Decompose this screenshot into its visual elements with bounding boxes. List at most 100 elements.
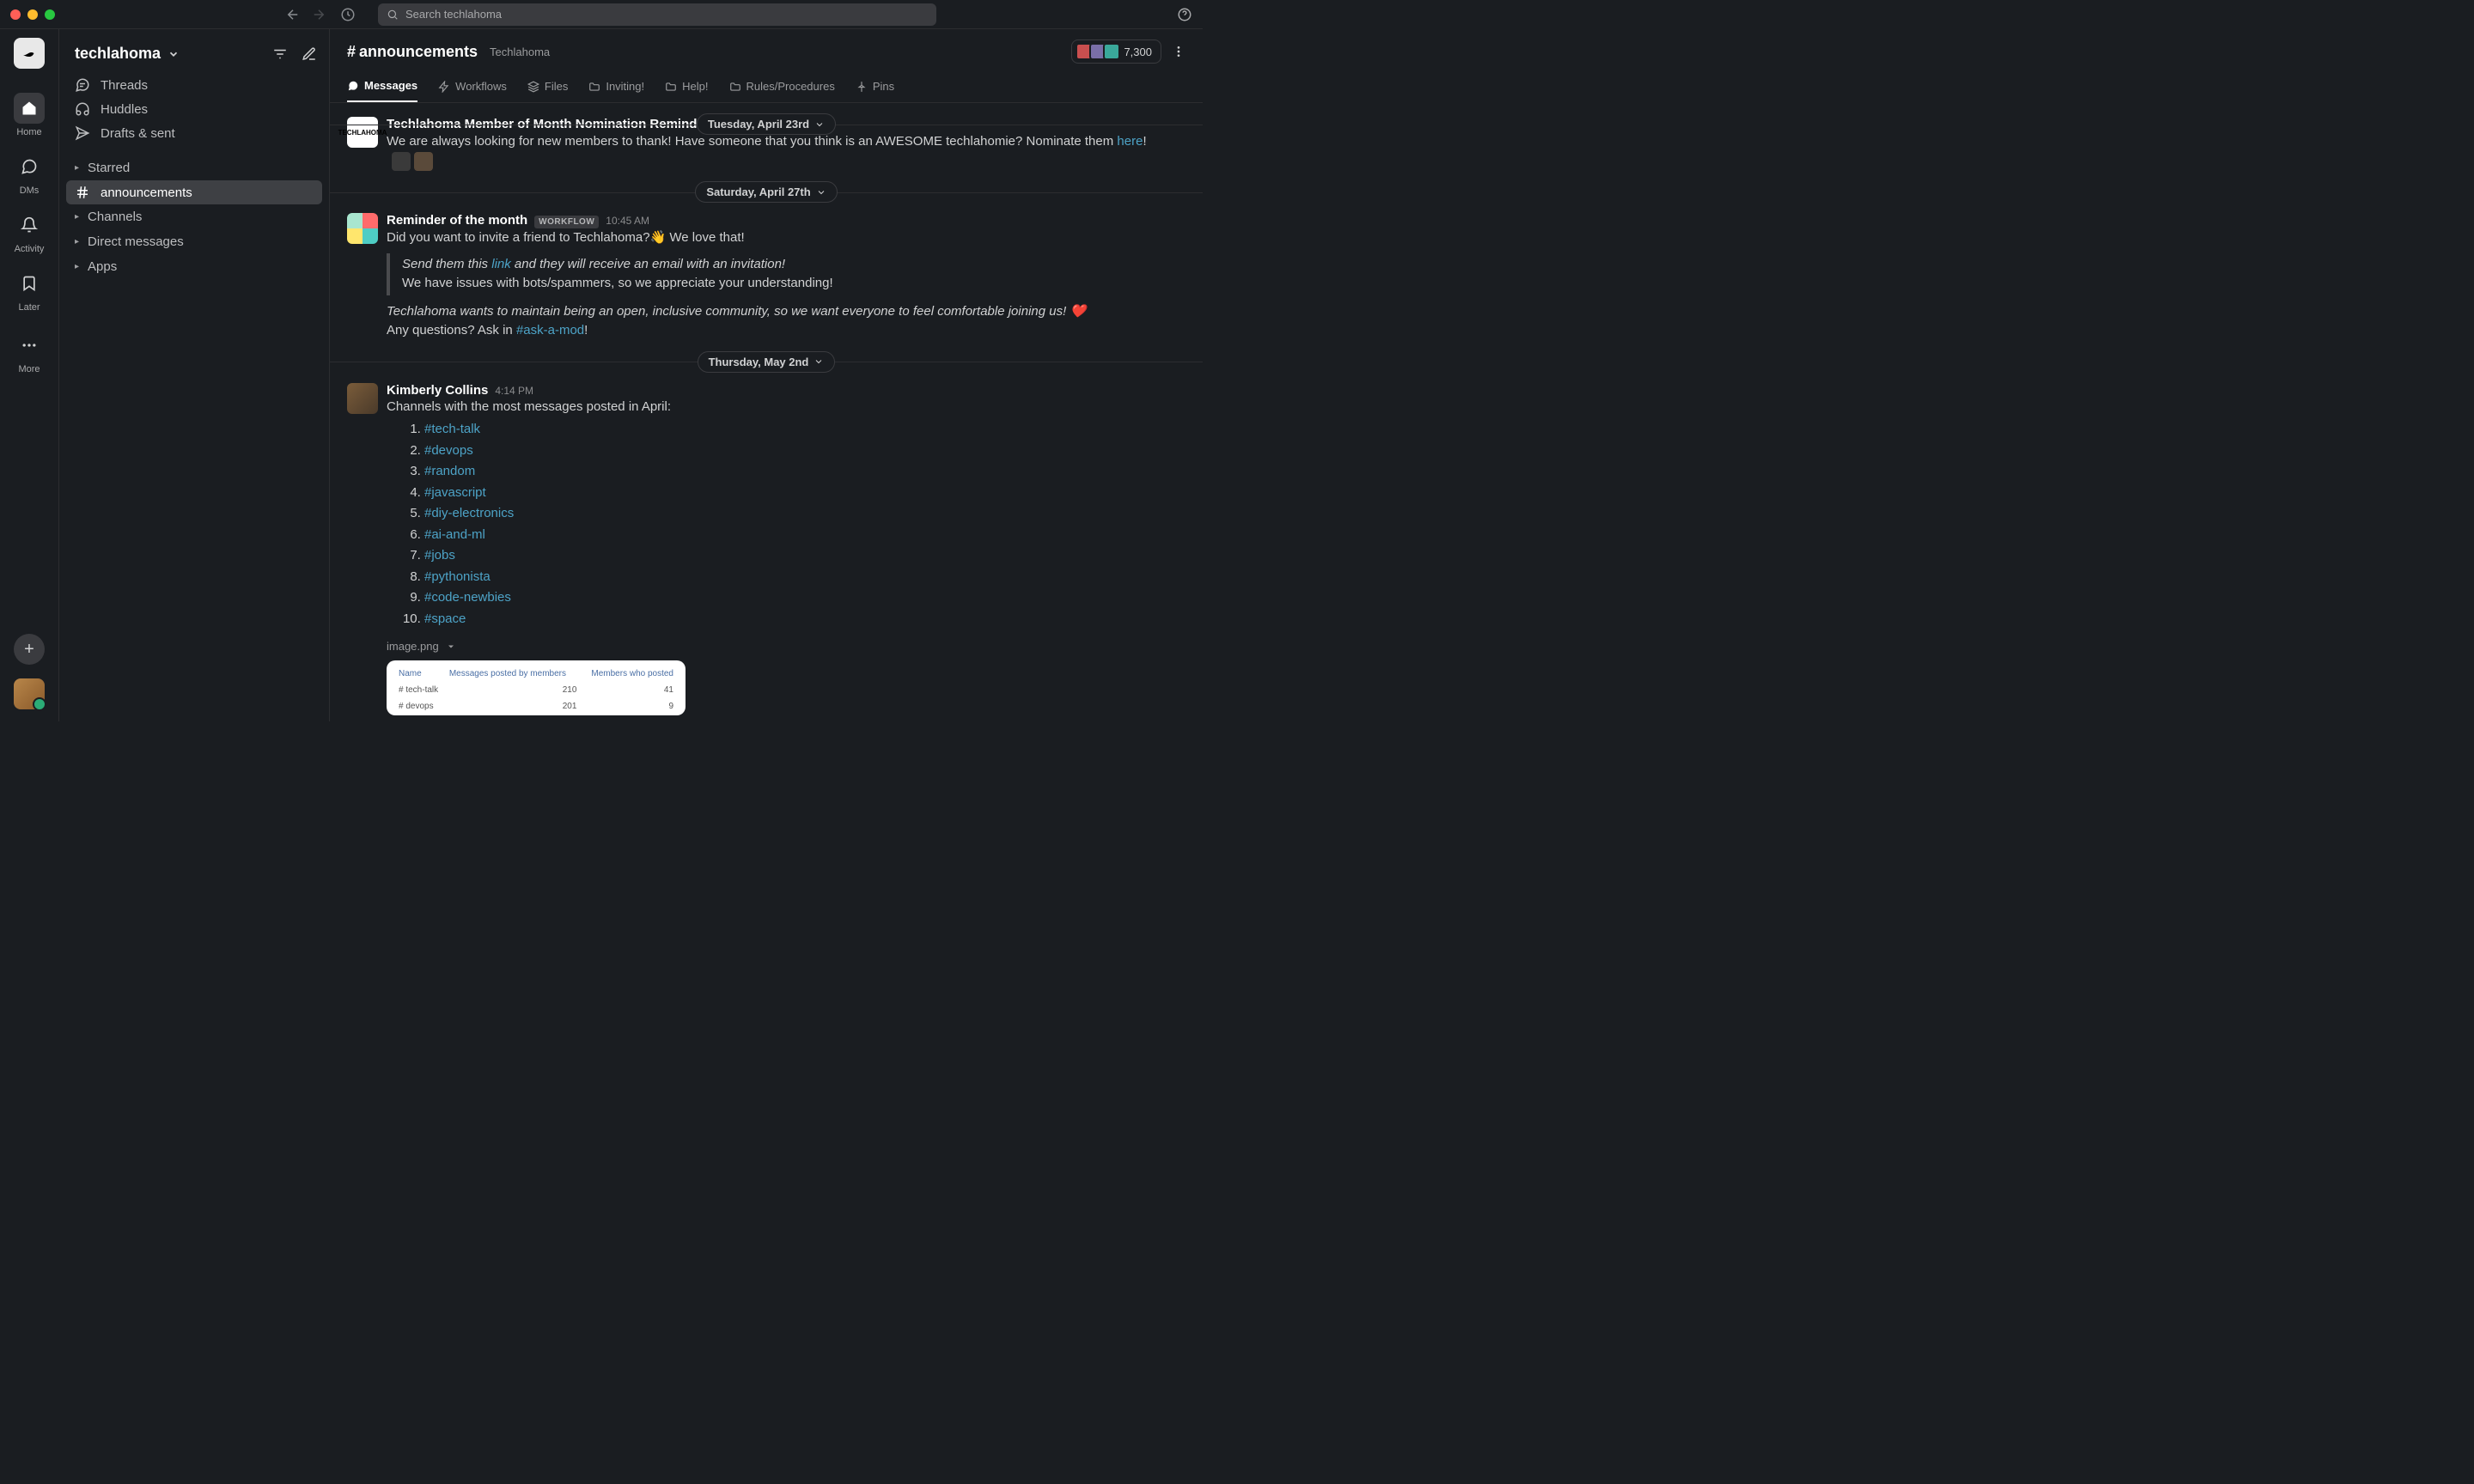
more-actions-icon[interactable] — [1172, 45, 1185, 58]
sidebar-label: Drafts & sent — [101, 126, 175, 141]
sidebar-dms[interactable]: ▸ Direct messages — [66, 229, 322, 254]
sidebar-apps[interactable]: ▸ Apps — [66, 254, 322, 279]
channel-title[interactable]: #announcements — [347, 43, 478, 61]
avatar[interactable] — [347, 383, 378, 414]
member-count: 7,300 — [1124, 46, 1152, 58]
hash-icon — [75, 185, 90, 200]
invite-link[interactable]: link — [491, 257, 511, 271]
channel-link[interactable]: #random — [424, 464, 475, 478]
message-list: TECHLAHOMA Techlahoma Member of Month No… — [330, 103, 1203, 721]
nav-forward[interactable] — [311, 7, 326, 22]
more-icon — [21, 337, 38, 354]
nav-back[interactable] — [285, 7, 301, 22]
minimize-window[interactable] — [27, 9, 38, 20]
rail-label: Activity — [15, 244, 45, 254]
workspace-icon — [20, 44, 39, 63]
add-button[interactable]: + — [14, 634, 45, 665]
tab-rules[interactable]: Rules/Procedures — [729, 72, 835, 102]
channel-name: announcements — [359, 43, 478, 60]
workspace-name[interactable]: techlahoma — [75, 45, 161, 63]
tab-label: Rules/Procedures — [746, 80, 835, 93]
tab-label: Pins — [873, 80, 894, 93]
list-item: #javascript — [424, 483, 1185, 504]
reaction[interactable] — [392, 152, 411, 171]
folder-icon — [588, 81, 600, 93]
channel-tabs: Messages Workflows Files Inviting! Help!… — [330, 69, 1203, 103]
reaction[interactable] — [414, 152, 433, 171]
channel-link[interactable]: #space — [424, 611, 466, 626]
home-icon — [21, 100, 38, 117]
list-item: #space — [424, 609, 1185, 630]
rail-label: More — [18, 364, 40, 374]
nav-rail: Home DMs Activity Later More + — [0, 29, 58, 721]
sidebar-label: Huddles — [101, 102, 148, 117]
sidebar-label: Channels — [88, 210, 142, 224]
sidebar-drafts[interactable]: Drafts & sent — [66, 121, 322, 145]
channel-link[interactable]: #jobs — [424, 548, 455, 563]
bell-icon — [21, 216, 38, 234]
send-icon — [75, 125, 90, 141]
avatar[interactable] — [347, 213, 378, 244]
tab-workflows[interactable]: Workflows — [438, 72, 507, 102]
channel-link[interactable]: #javascript — [424, 485, 486, 500]
message-author[interactable]: Reminder of the month — [387, 213, 527, 228]
tab-label: Messages — [364, 79, 417, 92]
filter-icon[interactable] — [272, 46, 288, 62]
date-label: Saturday, April 27th — [706, 186, 810, 198]
list-item: #code-newbies — [424, 587, 1185, 609]
rail-activity[interactable]: Activity — [0, 204, 58, 259]
tab-pins[interactable]: Pins — [856, 72, 894, 102]
threads-icon — [75, 77, 90, 93]
channel-mention[interactable]: #ask-a-mod — [516, 323, 584, 338]
rail-dms[interactable]: DMs — [0, 146, 58, 201]
channel-link[interactable]: #devops — [424, 443, 473, 458]
history-icon[interactable] — [340, 7, 356, 22]
tab-label: Files — [545, 80, 568, 93]
message-text: Channels with the most messages posted i… — [387, 398, 1185, 715]
caret-down-icon[interactable] — [446, 642, 456, 652]
tab-help[interactable]: Help! — [665, 72, 708, 102]
sidebar-label: Apps — [88, 259, 117, 274]
member-count-pill[interactable]: 7,300 — [1071, 40, 1161, 64]
close-window[interactable] — [10, 9, 21, 20]
channel-link[interactable]: #pythonista — [424, 569, 491, 584]
sidebar-channels[interactable]: ▸ Channels — [66, 204, 322, 229]
date-divider[interactable]: Thursday, May 2nd — [698, 351, 836, 373]
rail-home[interactable]: Home — [0, 88, 58, 143]
caret-right-icon: ▸ — [75, 237, 79, 246]
message-author[interactable]: Kimberly Collins — [387, 383, 488, 398]
user-avatar[interactable] — [14, 678, 45, 709]
sidebar-threads[interactable]: Threads — [66, 73, 322, 97]
dms-icon — [21, 158, 38, 175]
pin-icon — [856, 81, 868, 93]
sidebar-label: Direct messages — [88, 234, 184, 249]
date-divider[interactable]: Tuesday, April 23rd — [697, 113, 836, 135]
chevron-down-icon — [816, 187, 826, 198]
image-preview[interactable]: NameMessages posted by membersMembers wh… — [387, 660, 686, 715]
channel-link[interactable]: #code-newbies — [424, 590, 511, 605]
channel-link[interactable]: #diy-electronics — [424, 506, 514, 520]
channel-link[interactable]: #tech-talk — [424, 422, 480, 436]
sidebar-huddles[interactable]: Huddles — [66, 97, 322, 121]
date-divider[interactable]: Saturday, April 27th — [695, 181, 837, 203]
rail-later[interactable]: Later — [0, 263, 58, 318]
titlebar: Search techlahoma — [0, 0, 1203, 29]
nominate-link[interactable]: here — [1117, 134, 1143, 149]
attachment-name[interactable]: image.png — [387, 638, 439, 655]
workflow-badge: WORKFLOW — [534, 216, 599, 228]
bookmark-icon — [21, 275, 38, 292]
tab-files[interactable]: Files — [527, 72, 568, 102]
sidebar-channel-announcements[interactable]: announcements — [66, 180, 322, 204]
rail-more[interactable]: More — [0, 325, 58, 380]
compose-icon[interactable] — [302, 46, 317, 62]
tab-messages[interactable]: Messages — [347, 72, 417, 102]
tab-inviting[interactable]: Inviting! — [588, 72, 644, 102]
rail-label: Home — [16, 127, 41, 137]
search-input[interactable]: Search techlahoma — [378, 3, 936, 26]
channel-link[interactable]: #ai-and-ml — [424, 527, 485, 542]
sidebar-starred[interactable]: ▸ Starred — [66, 155, 322, 180]
caret-right-icon: ▸ — [75, 163, 79, 173]
maximize-window[interactable] — [45, 9, 55, 20]
workspace-switcher[interactable] — [14, 38, 45, 69]
help-icon[interactable] — [1177, 7, 1192, 22]
